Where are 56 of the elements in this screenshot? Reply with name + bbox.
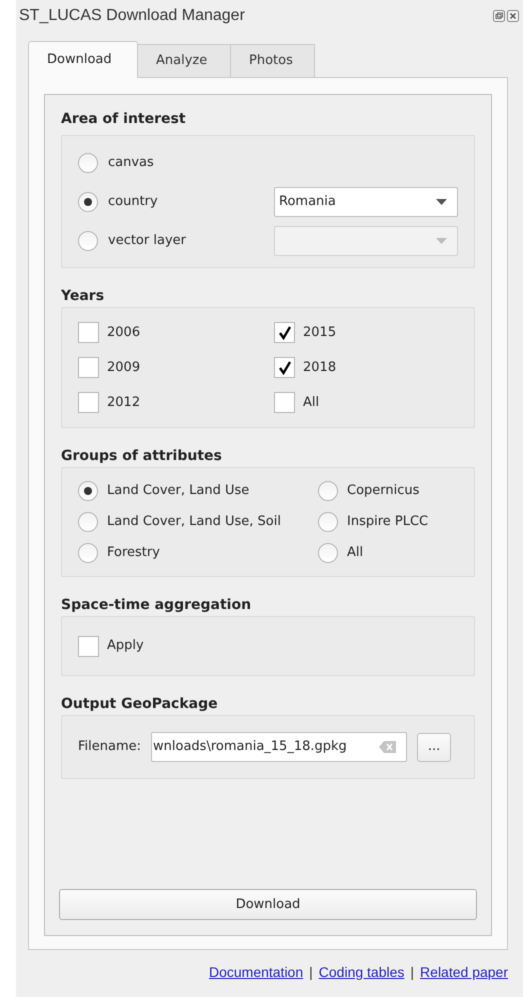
browse-button[interactable]: ... xyxy=(417,732,452,762)
link[interactable]: Related paper xyxy=(420,962,508,983)
checkbox[interactable] xyxy=(78,322,99,343)
caret-icon xyxy=(436,238,447,244)
tab[interactable]: Download xyxy=(28,41,138,78)
option-label: 2009 xyxy=(107,358,140,377)
link[interactable]: Documentation xyxy=(208,962,304,983)
option-label: All xyxy=(303,394,320,412)
checkbox[interactable] xyxy=(78,636,99,656)
radio-button[interactable] xyxy=(318,481,338,501)
section-title: Groups of attributes xyxy=(61,447,223,466)
section-title: Years xyxy=(61,287,106,306)
option-label: vector layer xyxy=(108,232,187,250)
field-label: Filename: xyxy=(78,738,142,756)
option-label: Apply xyxy=(107,637,144,656)
radio-button[interactable] xyxy=(318,543,338,563)
download-button[interactable]: Download xyxy=(59,889,477,920)
dropdown[interactable]: Romania xyxy=(274,186,458,216)
option-label: Land Cover, Land Use xyxy=(107,482,250,500)
tab[interactable]: Photos xyxy=(230,44,315,78)
radio-button[interactable] xyxy=(78,230,98,250)
radio-button[interactable] xyxy=(78,481,98,501)
option-label: Copernicus xyxy=(347,482,420,500)
separator: | xyxy=(410,963,414,982)
section-title: Area of interest xyxy=(61,110,187,129)
option-label: 2006 xyxy=(107,324,140,342)
checkbox[interactable] xyxy=(274,357,295,378)
separator: | xyxy=(309,963,313,982)
link[interactable]: Coding tables xyxy=(318,962,404,983)
option-label: country xyxy=(108,192,159,211)
section-title: Output GeoPackage xyxy=(61,695,219,714)
checkbox[interactable] xyxy=(78,392,99,413)
radio-button[interactable] xyxy=(78,152,98,172)
option-label: Land Cover, Land Use, Soil xyxy=(107,513,281,532)
option-label: Inspire PLCC xyxy=(347,513,428,532)
checkbox[interactable] xyxy=(274,392,295,413)
radio-button[interactable] xyxy=(78,543,98,563)
radio-button[interactable] xyxy=(78,512,98,532)
close-icon[interactable] xyxy=(507,10,519,22)
filename-field[interactable]: wnloads\romania_15_18.gpkg xyxy=(151,732,408,762)
option-label: canvas xyxy=(108,154,155,172)
option-label: 2015 xyxy=(303,324,336,342)
window-title: ST_LUCAS Download Manager xyxy=(19,6,245,26)
radio-button[interactable] xyxy=(78,192,98,212)
caret-icon xyxy=(436,198,447,204)
section-title: Space-time aggregation xyxy=(61,596,252,615)
option-label: 2012 xyxy=(107,394,140,412)
radio-button[interactable] xyxy=(318,512,338,532)
clear-icon[interactable] xyxy=(379,741,396,753)
float-icon[interactable] xyxy=(493,10,505,22)
option-label: 2018 xyxy=(303,358,336,377)
checkbox[interactable] xyxy=(78,357,99,378)
option-label: Forestry xyxy=(107,544,160,562)
tab[interactable]: Analyze xyxy=(137,44,231,78)
checkbox[interactable] xyxy=(274,322,295,343)
option-label: All xyxy=(347,544,364,562)
